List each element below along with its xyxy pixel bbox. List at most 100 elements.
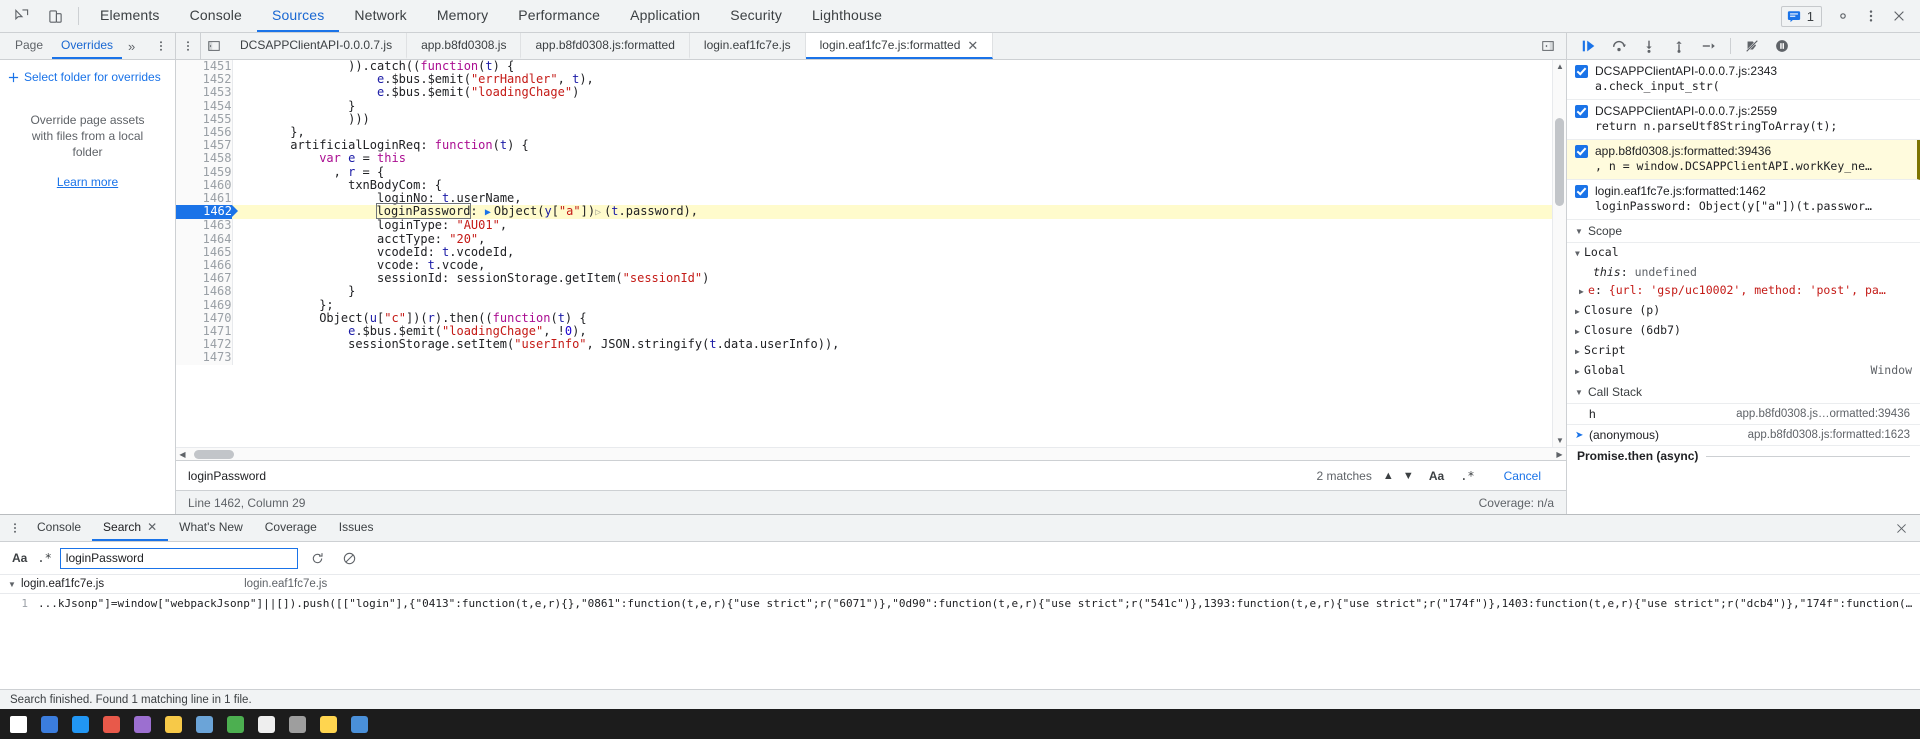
editor-hscroll-thumb[interactable]: [194, 450, 234, 459]
code-line[interactable]: 1459 , r = {: [176, 165, 1552, 179]
scope-e-row[interactable]: ▶ e: {url: 'gsp/uc10002', method: 'post'…: [1567, 281, 1920, 301]
editor-tab-close-icon[interactable]: ✕: [967, 39, 978, 52]
code-line-text[interactable]: e.$bus.$emit("loadingChage"): [232, 86, 1552, 99]
code-line[interactable]: 1473: [176, 351, 1552, 365]
taskbar-icon[interactable]: [103, 715, 120, 733]
find-regex-toggle[interactable]: .*: [1456, 469, 1478, 483]
line-number[interactable]: 1463: [176, 219, 233, 233]
step-over-icon[interactable]: [1605, 35, 1633, 58]
code-line-text[interactable]: [232, 351, 1552, 364]
code-editor[interactable]: 1451 )).catch((function(t) {1452 e.$bus.…: [176, 60, 1566, 447]
search-match-case-toggle[interactable]: Aa: [10, 551, 29, 565]
e-expand-icon[interactable]: ▶: [1579, 284, 1588, 300]
tab-sources[interactable]: Sources: [256, 0, 340, 32]
learn-more-link[interactable]: Learn more: [14, 174, 161, 190]
taskbar-icon[interactable]: [320, 715, 337, 733]
inspect-element-icon[interactable]: [4, 0, 38, 32]
breakpoint-checkbox[interactable]: [1575, 105, 1588, 118]
drawer-search-input[interactable]: [59, 547, 298, 569]
line-number[interactable]: 1464: [176, 232, 233, 246]
result-collapse-icon[interactable]: ▼: [8, 580, 17, 589]
gear-icon[interactable]: [1830, 3, 1856, 29]
find-match-case-toggle[interactable]: Aa: [1425, 469, 1448, 483]
nav-tab-page[interactable]: Page: [6, 33, 52, 59]
drawer-tab-console[interactable]: Console: [26, 515, 92, 541]
code-line[interactable]: 1453 e.$bus.$emit("loadingChage"): [176, 86, 1552, 100]
search-regex-toggle[interactable]: .*: [37, 551, 51, 565]
code-line[interactable]: 1468 }: [176, 285, 1552, 299]
code-line-text[interactable]: }: [232, 285, 1552, 298]
breakpoint-item[interactable]: app.b8fd0308.js:formatted:39436, n = win…: [1567, 140, 1920, 180]
find-cancel-button[interactable]: Cancel: [1487, 465, 1558, 487]
line-number[interactable]: 1469: [176, 298, 233, 312]
script-expand-icon[interactable]: ▶: [1575, 344, 1584, 360]
code-line[interactable]: 1467 sessionId: sessionStorage.getItem("…: [176, 272, 1552, 286]
drawer-close-icon[interactable]: [1883, 515, 1920, 541]
taskbar-icon[interactable]: [227, 715, 244, 733]
scope-local-row[interactable]: ▼ Local: [1567, 243, 1920, 263]
code-line[interactable]: 1463 loginType: "AU01",: [176, 219, 1552, 233]
taskbar-icon[interactable]: [351, 715, 368, 733]
pause-on-exceptions-icon[interactable]: [1768, 35, 1796, 58]
taskbar-icon[interactable]: [165, 715, 182, 733]
line-number[interactable]: 1458: [176, 152, 233, 166]
taskbar-icon[interactable]: [72, 715, 89, 733]
drawer-tab-close-icon[interactable]: ✕: [147, 520, 157, 534]
editor-tab-dcsappclientapi[interactable]: DCSAPPClientAPI-0.0.0.7.js: [226, 33, 408, 59]
select-folder-for-overrides-button[interactable]: Select folder for overrides: [0, 66, 175, 88]
code-line-text[interactable]: var e = this: [232, 152, 1552, 165]
find-next-icon[interactable]: ▼: [1400, 467, 1417, 485]
drawer-tab-whats-new[interactable]: What's New: [168, 515, 254, 541]
call-stack-row[interactable]: h app.b8fd0308.js…ormatted:39436: [1567, 404, 1920, 425]
code-line[interactable]: 1455 ))): [176, 112, 1552, 127]
tab-elements[interactable]: Elements: [85, 0, 175, 32]
breakpoint-checkbox[interactable]: [1575, 145, 1588, 158]
editor-kebab-icon[interactable]: [176, 33, 200, 59]
search-result-file-row[interactable]: ▼ login.eaf1fc7e.js login.eaf1fc7e.js: [0, 575, 1920, 594]
scope-closure-6db7-row[interactable]: ▶ Closure (6db7): [1567, 321, 1920, 341]
tab-network[interactable]: Network: [339, 0, 421, 32]
tab-lighthouse[interactable]: Lighthouse: [797, 0, 897, 32]
taskbar-icon[interactable]: [289, 715, 306, 733]
breakpoint-item[interactable]: login.eaf1fc7e.js:formatted:1462 loginPas…: [1567, 180, 1920, 220]
tab-security[interactable]: Security: [715, 0, 797, 32]
show-debugger-icon[interactable]: [1535, 39, 1561, 53]
editor-vertical-scrollbar[interactable]: ▲ ▼: [1552, 60, 1566, 447]
refresh-icon[interactable]: [306, 547, 330, 569]
step-into-icon[interactable]: [1635, 35, 1663, 58]
editor-tab-login-js[interactable]: login.eaf1fc7e.js: [690, 33, 806, 59]
code-line[interactable]: 1454 }: [176, 99, 1552, 113]
step-out-icon[interactable]: [1665, 35, 1693, 58]
navigator-kebab-icon[interactable]: [147, 33, 175, 59]
call-stack-row[interactable]: ➤ (anonymous) app.b8fd0308.js:formatted:…: [1567, 425, 1920, 446]
search-result-line[interactable]: 1 ...kJsonp"]=window["webpackJsonp"]||[]…: [0, 594, 1920, 613]
code-line-text[interactable]: ))): [232, 112, 1552, 126]
tab-application[interactable]: Application: [615, 0, 715, 32]
line-number[interactable]: 1454: [176, 99, 233, 113]
line-number[interactable]: 1459: [176, 165, 233, 179]
drawer-kebab-icon[interactable]: [4, 515, 26, 541]
taskbar-icon[interactable]: [41, 715, 58, 733]
message-count-badge[interactable]: 1: [1780, 5, 1822, 27]
line-number[interactable]: 1453: [176, 86, 233, 100]
code-line-text[interactable]: loginType: "AU01",: [232, 219, 1552, 232]
line-number[interactable]: 1473: [176, 351, 233, 365]
closure-p-expand-icon[interactable]: ▶: [1575, 304, 1584, 320]
call-stack-section-header[interactable]: ▼ Call Stack: [1567, 381, 1920, 404]
code-line[interactable]: 1472 sessionStorage.setItem("userInfo", …: [176, 338, 1552, 352]
taskbar-icon[interactable]: [196, 715, 213, 733]
editor-scroll-thumb[interactable]: [1555, 118, 1564, 206]
code-line[interactable]: 1458 var e = this: [176, 152, 1552, 166]
code-line-text[interactable]: sessionId: sessionStorage.getItem("sessi…: [232, 272, 1552, 285]
tab-console[interactable]: Console: [175, 0, 257, 32]
breakpoint-checkbox[interactable]: [1575, 185, 1588, 198]
close-icon[interactable]: [1886, 3, 1912, 29]
scroll-right-arrow-icon[interactable]: ▶: [1553, 448, 1566, 460]
line-number[interactable]: 1462: [176, 205, 238, 220]
deactivate-breakpoints-icon[interactable]: [1738, 35, 1766, 58]
step-icon[interactable]: [1695, 35, 1723, 58]
kebab-icon[interactable]: [1858, 3, 1884, 29]
code-line[interactable]: 1462 loginPassword: ▶ Object(y["a"])▷ (t.p…: [176, 203, 1552, 220]
nav-tab-overrides[interactable]: Overrides: [52, 33, 123, 59]
editor-tab-app-js-formatted[interactable]: app.b8fd0308.js:formatted: [521, 33, 690, 59]
